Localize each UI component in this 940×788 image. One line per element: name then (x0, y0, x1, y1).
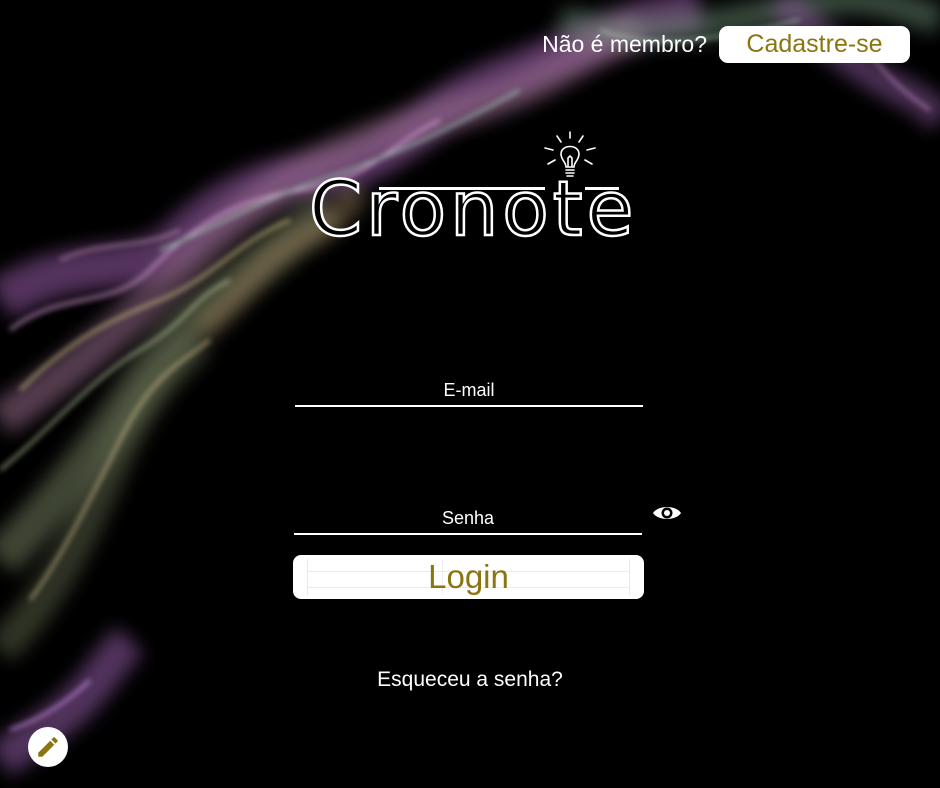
member-prompt-text: Não é membro? (542, 31, 707, 57)
password-input[interactable] (294, 503, 642, 533)
email-input[interactable] (295, 375, 643, 405)
signup-button[interactable]: Cadastre-se (719, 26, 910, 63)
login-button-label: Login (428, 558, 509, 595)
eye-icon[interactable] (651, 500, 683, 526)
password-field-container (294, 503, 642, 535)
pencil-icon (38, 737, 58, 757)
signup-prompt: Não é membro? Cadastre-se (542, 26, 910, 63)
email-field-container (295, 375, 643, 407)
edit-button[interactable] (28, 727, 68, 767)
cronote-logo: Cronote (305, 128, 645, 258)
login-page: Não é membro? Cadastre-se Cronote E-mail… (0, 0, 940, 788)
logo-text: Cronote (308, 163, 638, 255)
forgot-password-link[interactable]: Esqueceu a senha? (0, 668, 940, 692)
login-button[interactable]: Login (293, 555, 644, 599)
